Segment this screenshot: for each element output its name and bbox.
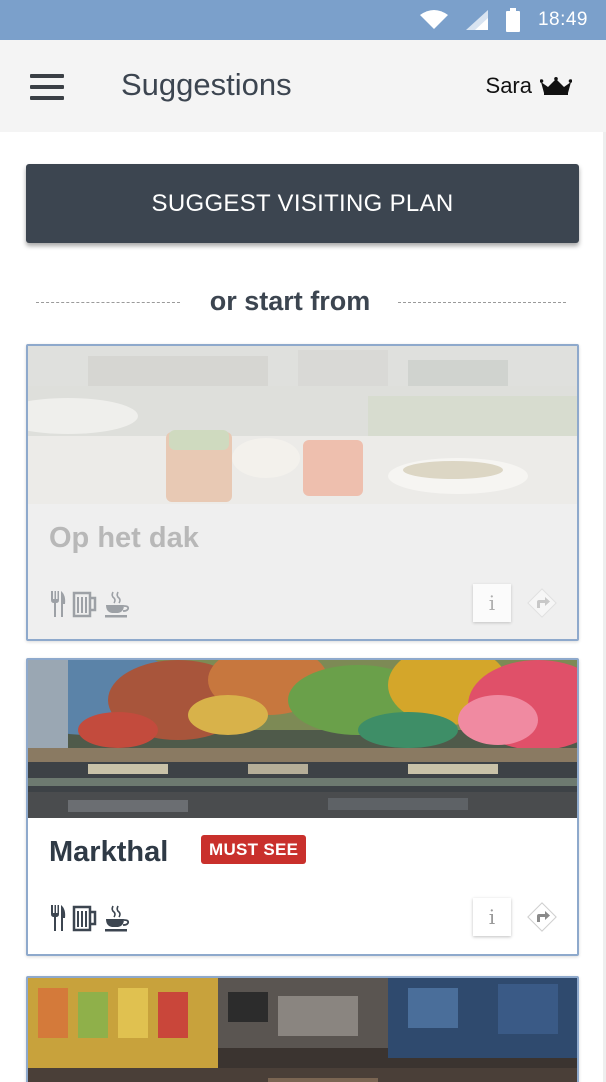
signal-icon: [465, 10, 488, 30]
cafe-icon: [105, 905, 130, 932]
amenities: [50, 904, 130, 932]
bar-icon: [72, 591, 97, 618]
place-card[interactable]: [26, 976, 579, 1082]
info-button[interactable]: i: [473, 584, 511, 622]
place-photo: [28, 346, 577, 504]
cafe-icon: [105, 591, 130, 618]
wifi-icon: [419, 10, 448, 29]
place-name: Op het dak: [49, 522, 199, 554]
or-start-from-divider: or start from: [0, 282, 606, 322]
place-photo: [28, 660, 577, 818]
restaurant-icon: [51, 591, 66, 617]
amenities: [50, 590, 130, 618]
app-bar: Suggestions Sara: [0, 40, 606, 132]
page-title: Suggestions: [121, 67, 292, 102]
must-see-badge: MUST SEE: [201, 835, 307, 864]
place-photo: [28, 978, 577, 1082]
status-bar: 18:49: [0, 0, 606, 40]
crown-icon: [540, 77, 572, 95]
suggest-visiting-plan-button[interactable]: SUGGEST VISITING PLAN: [26, 164, 579, 243]
info-button[interactable]: i: [473, 898, 511, 936]
hamburger-menu-icon[interactable]: [30, 74, 64, 100]
restaurant-icon: [51, 905, 66, 931]
bar-icon: [72, 905, 97, 932]
directions-icon[interactable]: [525, 586, 559, 620]
place-card-markthal[interactable]: Markthal MUST SEE i: [26, 658, 579, 956]
clock: 18:49: [537, 9, 588, 30]
place-name: Markthal: [49, 836, 169, 868]
place-card-op-het-dak[interactable]: Op het dak i: [26, 344, 579, 641]
suggestions-content: SUGGEST VISITING PLAN or start from Op h…: [0, 132, 606, 1082]
directions-icon[interactable]: [525, 900, 559, 934]
user-name: Sara: [485, 73, 532, 98]
user-profile[interactable]: Sara: [486, 73, 572, 99]
battery-icon: [505, 8, 520, 32]
